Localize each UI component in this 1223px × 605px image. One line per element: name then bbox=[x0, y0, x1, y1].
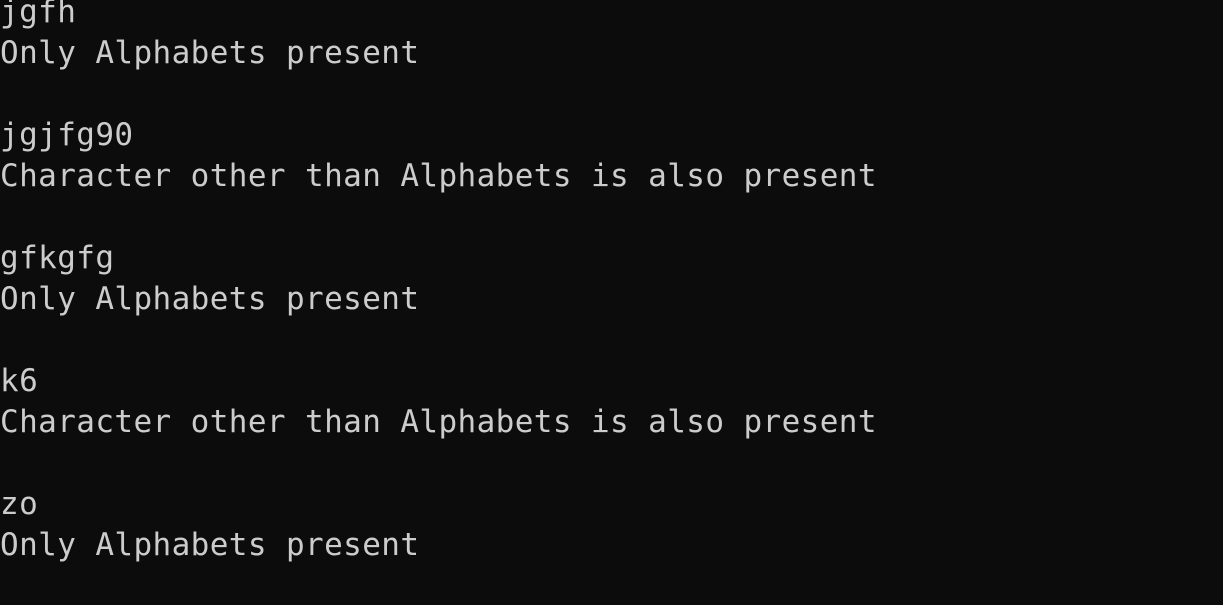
console-input-line: gfkgfg bbox=[0, 240, 115, 276]
console-output-line: Character other than Alphabets is also p… bbox=[0, 404, 877, 440]
console-input-line: zo bbox=[0, 486, 39, 522]
console-window: jgfh Only Alphabets present jgjfg90 Char… bbox=[0, 0, 1223, 597]
console-input-line: jgjfg90 bbox=[0, 117, 134, 153]
console-output-line: Only Alphabets present bbox=[0, 35, 420, 71]
console-output-line: Only Alphabets present bbox=[0, 527, 420, 563]
console-input-line: k6 bbox=[0, 363, 39, 399]
console-input-line: jgfh bbox=[0, 0, 77, 30]
console-output-line: Character other than Alphabets is also p… bbox=[0, 158, 877, 194]
console-output-line: Only Alphabets present bbox=[0, 281, 420, 317]
